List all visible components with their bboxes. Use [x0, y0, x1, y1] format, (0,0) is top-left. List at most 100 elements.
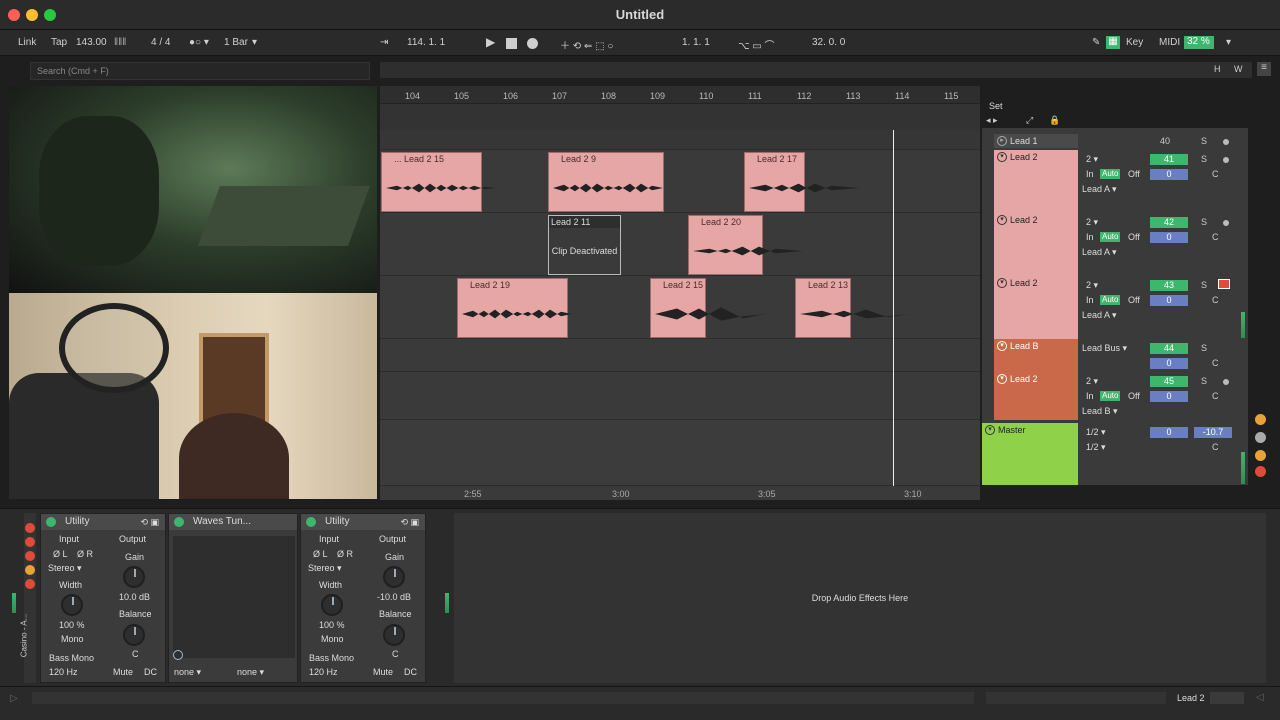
gain-knob[interactable] — [123, 566, 145, 588]
phase-right-button[interactable]: Ø R — [337, 549, 353, 559]
solo-button[interactable]: S — [1201, 280, 1207, 290]
volume-field[interactable]: 0 — [1150, 232, 1188, 243]
crossfader-toggle-icon[interactable] — [1255, 466, 1266, 477]
balance-knob[interactable] — [123, 624, 145, 646]
arm-button[interactable] — [1223, 157, 1229, 163]
pan-field[interactable]: C — [1212, 232, 1219, 242]
pan-field[interactable]: C — [1212, 442, 1219, 452]
detail-toggle-icon[interactable]: ◁ — [1256, 692, 1264, 703]
arm-button[interactable] — [1223, 379, 1229, 385]
dc-button[interactable]: DC — [404, 667, 417, 677]
plugin-edit-icon[interactable] — [173, 650, 183, 660]
rack-record-icon[interactable] — [25, 579, 35, 589]
rack-chain-icon[interactable] — [25, 551, 35, 561]
solo-button[interactable]: S — [1201, 343, 1207, 353]
track-lane-lead-2[interactable] — [380, 213, 980, 276]
plugin-display[interactable] — [173, 536, 295, 658]
track-header-lead-1[interactable]: ▸ Lead 1 40 S — [982, 134, 1248, 148]
phase-left-button[interactable]: Ø L — [53, 549, 68, 559]
gain-knob[interactable] — [383, 566, 405, 588]
keyboard-icon[interactable]: ▦ — [1106, 36, 1120, 49]
fold-icon[interactable]: ▾ — [997, 341, 1007, 351]
bass-mono-button[interactable]: Bass Mono — [49, 653, 94, 663]
tap-tempo-button[interactable]: Tap — [51, 37, 67, 48]
fold-icon[interactable]: ▾ — [985, 425, 995, 435]
balance-knob[interactable] — [383, 624, 405, 646]
lock-icon[interactable]: 🔒 — [1049, 115, 1060, 126]
audio-clip[interactable]: Lead 2 20 — [688, 215, 803, 275]
pan-field[interactable]: C — [1212, 391, 1219, 401]
fold-icon[interactable]: ▾ — [997, 374, 1007, 384]
loop-start-field[interactable]: 1. 1. 1 — [682, 37, 710, 48]
tempo-field[interactable]: 143.00 — [76, 37, 107, 48]
play-icon[interactable]: ▶ — [486, 35, 495, 49]
track-lane-lead-1[interactable] — [380, 130, 980, 150]
balance-value[interactable]: C — [392, 649, 399, 659]
mute-button[interactable]: Mute — [373, 667, 393, 677]
locator-strip[interactable] — [380, 104, 980, 130]
search-input[interactable]: Search (Cmd + F) — [30, 62, 370, 80]
bar-ruler[interactable]: 104 105 106 107 108 109 110 111 112 113 … — [380, 86, 980, 104]
time-signature-field[interactable]: 4 / 4 — [151, 37, 170, 48]
width-knob[interactable] — [321, 594, 343, 616]
mono-button[interactable]: Mono — [61, 634, 84, 644]
midi-map-button[interactable]: MIDI — [1159, 37, 1180, 48]
fold-icon[interactable]: ▾ — [997, 152, 1007, 162]
track-lane-lead-b[interactable] — [380, 339, 980, 372]
rack-power-icon[interactable] — [25, 523, 35, 533]
monitor-auto-button[interactable]: Auto — [1100, 391, 1121, 401]
record-mode-icon[interactable]: ●○ ▾ — [189, 37, 209, 48]
arm-button[interactable] — [1223, 220, 1229, 226]
width-value[interactable]: 100 % — [319, 620, 345, 630]
peak-level-field[interactable]: -10.7 — [1194, 427, 1232, 438]
stop-icon[interactable] — [506, 38, 517, 49]
monitor-off-button[interactable]: Off — [1128, 391, 1140, 401]
expand-icon[interactable]: ⤢ — [1026, 115, 1033, 126]
utility-device[interactable]: Utility ⟲ ▣ Input Output Ø L Ø R Stereo … — [40, 513, 166, 683]
fold-icon[interactable]: ▸ — [997, 136, 1007, 146]
track-header-lead-2[interactable]: ▾ Lead 2 2 ▾ 42 S In Auto Off 0 C Lead A… — [982, 213, 1248, 276]
nav-arrows-icon[interactable]: ◂ ▸ — [986, 115, 998, 126]
song-position-field[interactable]: 114. 1. 1 — [407, 37, 445, 48]
monitor-in-button[interactable]: In — [1086, 391, 1094, 401]
arm-button-active[interactable] — [1218, 279, 1230, 289]
fold-icon[interactable]: ▾ — [997, 278, 1007, 288]
audio-clip[interactable]: Lead 2 19 — [457, 278, 572, 338]
track-lane-master[interactable] — [380, 420, 980, 486]
device-power-icon[interactable] — [46, 517, 56, 527]
monitor-off-button[interactable]: Off — [1128, 295, 1140, 305]
waves-tune-device[interactable]: Waves Tun... none ▾ none ▾ — [168, 513, 298, 683]
pan-field[interactable]: C — [1212, 169, 1219, 179]
device-options-icon[interactable]: ⟲ ▣ — [140, 514, 159, 530]
monitor-auto-button[interactable]: Auto — [1100, 169, 1121, 179]
bass-freq-field[interactable]: 120 Hz — [49, 667, 78, 677]
mono-button[interactable]: Mono — [321, 634, 344, 644]
rack-macro-icon[interactable] — [25, 537, 35, 547]
monitor-in-button[interactable]: In — [1086, 169, 1094, 179]
arm-button[interactable] — [1223, 139, 1229, 145]
link-button[interactable]: Link — [18, 37, 36, 48]
solo-button[interactable]: S — [1201, 217, 1207, 227]
loop-length-field[interactable]: 32. 0. 0 — [812, 37, 845, 48]
device-power-icon[interactable] — [174, 517, 184, 527]
pan-field[interactable]: C — [1212, 358, 1219, 368]
track-header-lead-2[interactable]: ▾ Lead 2 2 ▾ 45 S In Auto Off 0 C Lead B… — [982, 372, 1248, 420]
solo-button[interactable]: S — [1201, 376, 1207, 386]
audio-clip[interactable]: ... Lead 2 15 — [381, 152, 496, 212]
dc-button[interactable]: DC — [144, 667, 157, 677]
mixer-toggle-icon[interactable] — [1255, 450, 1266, 461]
returns-toggle-icon[interactable] — [1255, 432, 1266, 443]
arrangement-view[interactable]: 104 105 106 107 108 109 110 111 112 113 … — [380, 86, 980, 500]
overdub-icon[interactable]: ＋ ⟲ ⇐ ⬚ ○ — [560, 37, 613, 52]
fold-icon[interactable]: ▾ — [997, 215, 1007, 225]
track-header-lead-2[interactable]: ▾ Lead 2 2 ▾ 43 S In Auto Off 0 C Lead A… — [982, 276, 1248, 339]
bass-freq-field[interactable]: 120 Hz — [309, 667, 338, 677]
balance-value[interactable]: C — [132, 649, 139, 659]
volume-field[interactable]: 0 — [1150, 427, 1188, 438]
rack-device-icon[interactable] — [25, 565, 35, 575]
bass-mono-button[interactable]: Bass Mono — [309, 653, 354, 663]
track-header-lead-2[interactable]: ▾ Lead 2 2 ▾ 41 S In Auto Off 0 C Lead A… — [982, 150, 1248, 213]
monitor-auto-button[interactable]: Auto — [1100, 232, 1121, 242]
track-lane-lead-2[interactable] — [380, 372, 980, 420]
pan-field[interactable]: C — [1212, 295, 1219, 305]
